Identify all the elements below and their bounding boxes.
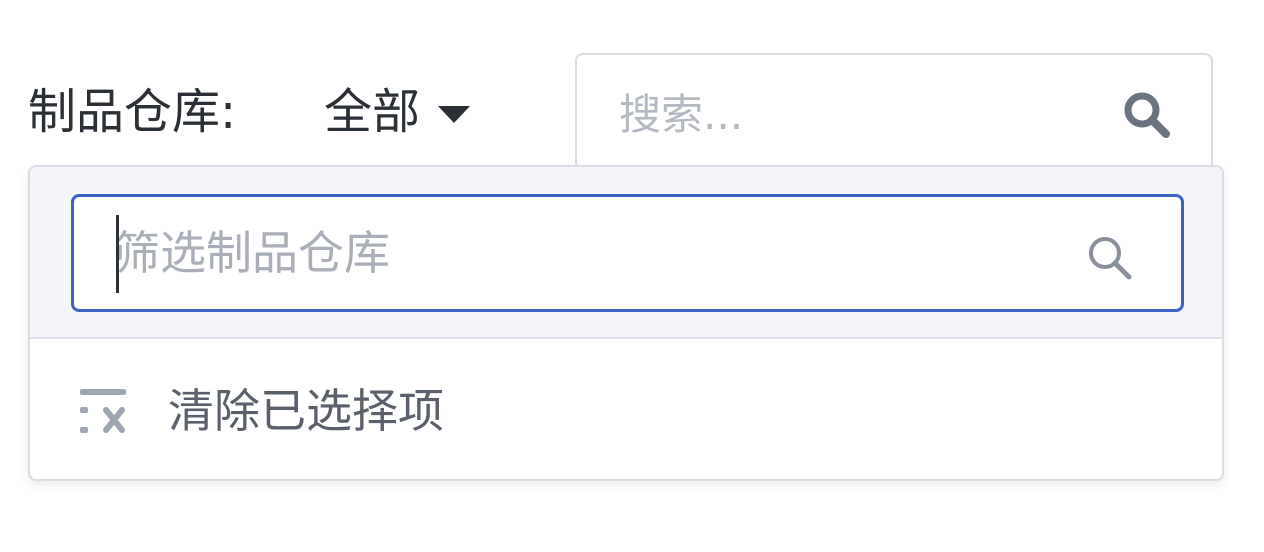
search-icon[interactable] <box>1121 89 1173 141</box>
clear-selection-icon <box>80 389 126 433</box>
dropdown-header <box>30 167 1222 339</box>
filter-label: 制品仓库: <box>28 84 237 140</box>
repository-filter-input[interactable] <box>114 215 1044 291</box>
clear-selection-label: 清除已选择项 <box>168 384 444 438</box>
caret-down-icon <box>438 105 471 123</box>
search-input[interactable]: 搜索... <box>575 53 1213 171</box>
filter-selected-value: 全部 <box>324 84 421 140</box>
dropdown-menu: 清除已选择项 <box>28 165 1224 481</box>
clear-selection-item[interactable]: 清除已选择项 <box>30 341 1222 479</box>
repository-filter-dropdown[interactable]: 全部 <box>324 78 471 146</box>
search-icon <box>1089 237 1132 280</box>
search-placeholder: 搜索... <box>619 90 744 139</box>
text-cursor <box>116 215 119 293</box>
repository-filter-field[interactable] <box>71 194 1184 312</box>
